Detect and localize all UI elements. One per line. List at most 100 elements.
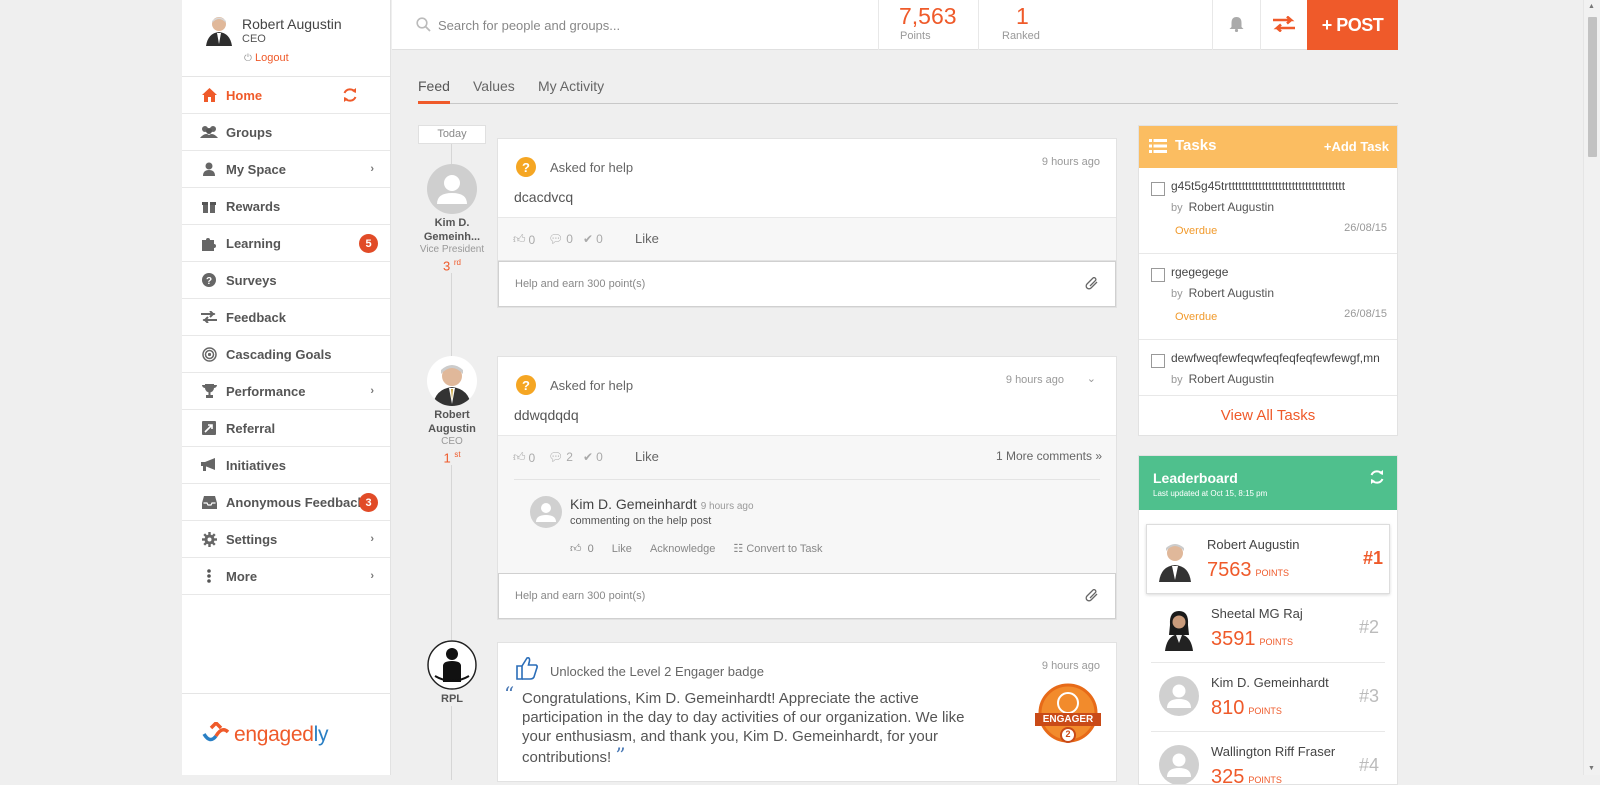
attachment-icon[interactable] bbox=[1085, 589, 1099, 606]
sidebar-item-initiatives[interactable]: Initiatives bbox=[182, 447, 390, 484]
sidebar-item-feedback[interactable]: Feedback bbox=[182, 299, 390, 336]
task-item[interactable]: dewfweqfewfeqwfeqfeqfeqfewfewgf,mn by Rob… bbox=[1139, 340, 1397, 395]
feed-card: ? Asked for help 9 hours ago dcacdvcq 👍︎… bbox=[497, 138, 1117, 308]
thumbs-up-icon: 👍︎ bbox=[570, 543, 582, 555]
likes-count[interactable]: 👍︎ 0 bbox=[513, 450, 535, 465]
task-owner: by Robert Augustin bbox=[1171, 286, 1275, 300]
inbox-icon bbox=[200, 494, 218, 510]
add-task-button[interactable]: +Add Task bbox=[1324, 139, 1389, 154]
author-name: Robert Augustin bbox=[428, 409, 476, 435]
sidebar-item-settings[interactable]: Settings › bbox=[182, 521, 390, 558]
leaderboard-title: Leaderboard bbox=[1153, 470, 1238, 486]
scroll-up-icon[interactable]: ▲ bbox=[1588, 3, 1595, 10]
task-item[interactable]: g45t5g45trtttttttttttttttttttttttttttttt… bbox=[1139, 168, 1397, 254]
post-author[interactable]: RPL bbox=[417, 640, 487, 706]
task-checkbox[interactable] bbox=[1151, 268, 1165, 282]
leader-rank: #2 bbox=[1358, 617, 1379, 637]
sidebar-item-referral[interactable]: Referral bbox=[182, 410, 390, 447]
sidebar-item-home[interactable]: Home bbox=[182, 77, 390, 114]
sidebar-item-label: Home bbox=[226, 87, 263, 103]
ranked-stat[interactable]: 1 Ranked bbox=[978, 0, 1212, 50]
logout-link[interactable]: ⏻ Logout bbox=[244, 52, 289, 64]
comment-likes[interactable]: 👍︎ 0 bbox=[570, 542, 594, 555]
sidebar-item-cascading-goals[interactable]: Cascading Goals bbox=[182, 336, 390, 373]
view-all-tasks-link[interactable]: View All Tasks bbox=[1139, 395, 1397, 435]
tab-values[interactable]: Values bbox=[473, 78, 515, 101]
card-type: Unlocked the Level 2 Engager badge bbox=[550, 664, 764, 679]
badge-level: 2 bbox=[1065, 729, 1071, 739]
comment-icon: 💬︎ bbox=[548, 450, 564, 464]
likes-count[interactable]: 👍︎ 0 bbox=[513, 232, 535, 247]
page-scrollbar[interactable]: ▲ ▼ bbox=[1583, 0, 1600, 775]
help-footer[interactable]: Help and earn 300 point(s) bbox=[498, 573, 1116, 619]
post-author[interactable]: Robert Augustin CEO 1 st bbox=[417, 356, 487, 466]
sidebar-item-my-space[interactable]: My Space › bbox=[182, 151, 390, 188]
avatar[interactable] bbox=[530, 496, 562, 528]
points-stat[interactable]: 7,563 Points bbox=[878, 0, 978, 50]
comment-acknowledge-button[interactable]: Acknowledge bbox=[650, 543, 715, 555]
task-title[interactable]: dewfweqfewfeqwfeqfeqfeqfewfewgf,mn bbox=[1171, 351, 1380, 365]
like-button[interactable]: Like bbox=[635, 231, 659, 246]
refresh-icon[interactable] bbox=[342, 87, 358, 106]
comment-like-button[interactable]: Like bbox=[612, 543, 632, 555]
avatar bbox=[1159, 676, 1199, 716]
profile-name[interactable]: Robert Augustin bbox=[242, 16, 342, 32]
svg-text:?: ? bbox=[206, 276, 212, 287]
like-button[interactable]: Like bbox=[635, 449, 659, 464]
task-checkbox[interactable] bbox=[1151, 354, 1165, 368]
author-name: RPL bbox=[441, 693, 463, 705]
leaderboard-row[interactable]: Wallington Riff Fraser 325 POINTS #4 bbox=[1151, 732, 1385, 784]
comments-count[interactable]: 💬︎ 2 bbox=[548, 450, 573, 464]
sidebar-item-surveys[interactable]: ? Surveys bbox=[182, 262, 390, 299]
referral-icon bbox=[200, 420, 218, 436]
leader-name: Kim D. Gemeinhardt bbox=[1211, 675, 1329, 690]
comments-count[interactable]: 💬︎ 0 bbox=[548, 232, 573, 246]
post-author[interactable]: Kim D. Gemeinh... Vice President 3 rd bbox=[417, 164, 487, 274]
task-date: 26/08/15 bbox=[1344, 308, 1387, 320]
sidebar-item-anonymous-feedback[interactable]: Anonymous Feedback 3 bbox=[182, 484, 390, 521]
notifications-button[interactable] bbox=[1212, 0, 1260, 50]
convert-to-task-button[interactable]: ☷ Convert to Task bbox=[733, 542, 822, 555]
post-button[interactable]: + POST bbox=[1307, 0, 1398, 50]
acknowledge-count[interactable]: ✔ 0 bbox=[583, 232, 603, 246]
attachment-icon[interactable] bbox=[1085, 277, 1099, 294]
chevron-down-icon[interactable]: ⌄ bbox=[1087, 372, 1096, 385]
refresh-icon[interactable] bbox=[1369, 469, 1385, 488]
sidebar-item-performance[interactable]: Performance › bbox=[182, 373, 390, 410]
engager-badge[interactable]: ENGAGER 2 bbox=[1032, 683, 1104, 745]
help-footer[interactable]: Help and earn 300 point(s) bbox=[498, 261, 1116, 307]
comment-author[interactable]: Kim D. Gemeinhardt 9 hours ago bbox=[570, 496, 754, 512]
avatar bbox=[427, 164, 477, 214]
target-icon bbox=[200, 346, 218, 362]
sidebar-item-learning[interactable]: Learning 5 bbox=[182, 225, 390, 262]
leaderboard-row[interactable]: Robert Augustin 7563 POINTS #1 bbox=[1146, 524, 1390, 594]
tab-feed[interactable]: Feed bbox=[418, 78, 450, 104]
scrollbar-thumb[interactable] bbox=[1588, 17, 1597, 157]
task-item[interactable]: rgegegege by Robert Augustin Overdue 26/0… bbox=[1139, 254, 1397, 340]
check-icon: ✔ bbox=[583, 450, 594, 464]
chevron-right-icon: › bbox=[370, 385, 374, 397]
more-comments-link[interactable]: 1 More comments » bbox=[996, 449, 1102, 463]
card-type: Asked for help bbox=[550, 378, 634, 393]
scroll-down-icon[interactable]: ▼ bbox=[1588, 765, 1595, 772]
avatar[interactable] bbox=[204, 14, 234, 46]
sidebar-item-more[interactable]: More › bbox=[182, 558, 390, 595]
acknowledge-count[interactable]: ✔ 0 bbox=[583, 450, 603, 464]
sidebar-item-rewards[interactable]: Rewards bbox=[182, 188, 390, 225]
task-checkbox[interactable] bbox=[1151, 182, 1165, 196]
search-icon bbox=[416, 17, 431, 35]
thumbs-up-icon: 👍︎ bbox=[513, 232, 526, 246]
task-owner: by Robert Augustin bbox=[1171, 200, 1275, 214]
card-time: 9 hours ago bbox=[1041, 156, 1100, 168]
task-title[interactable]: rgegegege bbox=[1171, 265, 1228, 279]
tab-my-activity[interactable]: My Activity bbox=[538, 78, 604, 101]
switch-button[interactable] bbox=[1260, 0, 1307, 50]
task-title[interactable]: g45t5g45trtttttttttttttttttttttttttttttt… bbox=[1171, 179, 1345, 193]
engagedly-logo[interactable]: engagedly bbox=[182, 693, 391, 775]
sidebar-item-groups[interactable]: Groups bbox=[182, 114, 390, 151]
leaderboard-row[interactable]: Sheetal MG Raj 3591 POINTS #2 bbox=[1151, 594, 1385, 663]
search-input[interactable] bbox=[436, 14, 816, 36]
top-bar: 7,563 Points 1 Ranked + POST bbox=[392, 0, 1398, 50]
bell-icon bbox=[1229, 16, 1244, 35]
leaderboard-row[interactable]: Kim D. Gemeinhardt 810 POINTS #3 bbox=[1151, 663, 1385, 732]
